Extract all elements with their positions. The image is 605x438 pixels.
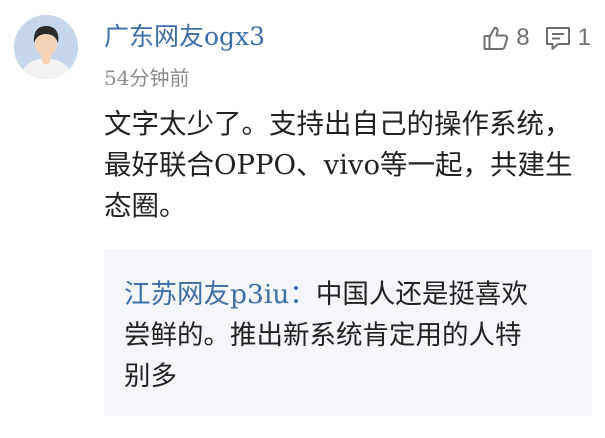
thumbs-up-icon [483, 26, 509, 50]
reply-count: 1 [577, 24, 591, 51]
comment-bubble-icon [545, 27, 570, 50]
user-avatar[interactable] [14, 15, 78, 79]
reply-content: 江苏网友p3iu：中国人还是挺喜欢尝鲜的。推出新系统肯定用的人特别多 [124, 274, 538, 397]
like-button[interactable]: 8 [482, 24, 530, 52]
like-count: 8 [516, 24, 530, 51]
comment-body: 文字太少了。支持出自己的操作系统，最好联合OPPO、vivo等一起，共建生态圈。 [104, 108, 573, 222]
reply-block: 江苏网友p3iu：中国人还是挺喜欢尝鲜的。推出新系统肯定用的人特别多 [104, 250, 592, 416]
default-user-avatar-icon [14, 15, 78, 79]
comment-actions: 8 1 [482, 22, 591, 54]
comment-timestamp: 54分钟前 [104, 66, 190, 90]
reply-author[interactable]: 江苏网友p3iu： [124, 279, 316, 310]
reply-button[interactable]: 1 [544, 24, 591, 52]
comment-username[interactable]: 广东网友ogx3 [104, 20, 265, 54]
